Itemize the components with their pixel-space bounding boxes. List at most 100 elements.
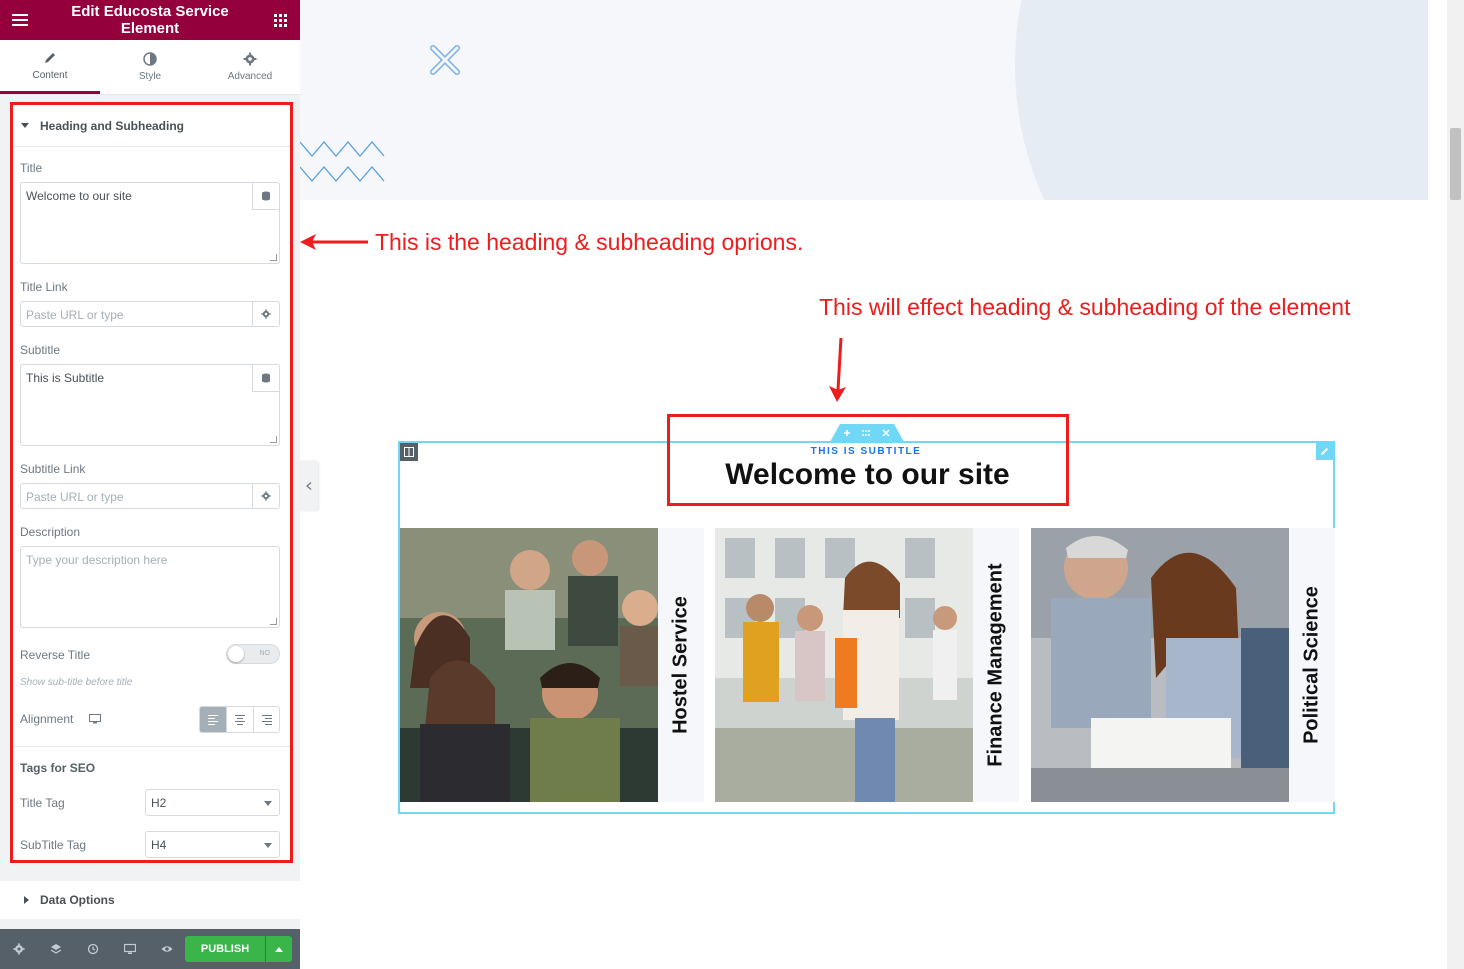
history-button[interactable] bbox=[74, 929, 111, 969]
contrast-icon bbox=[143, 52, 157, 66]
alignment-label: Alignment bbox=[20, 712, 74, 726]
toggle-knob bbox=[228, 646, 244, 662]
reverse-title-toggle[interactable]: NO bbox=[226, 644, 280, 664]
section-divider bbox=[13, 746, 290, 747]
description-label: Description bbox=[20, 525, 81, 539]
reverse-title-hint: Show sub-title before title bbox=[20, 677, 133, 688]
subtitle-link-input[interactable]: Paste URL or type bbox=[20, 483, 280, 509]
hero-background bbox=[300, 0, 1428, 200]
align-center-button[interactable] bbox=[227, 707, 254, 732]
service-card-hostel[interactable]: Hostel Service bbox=[400, 528, 704, 802]
cross-decoration-icon bbox=[430, 45, 460, 75]
students-photo bbox=[400, 528, 658, 802]
chevron-down-icon bbox=[264, 843, 272, 848]
caret-right-icon bbox=[24, 896, 29, 904]
title-link-input[interactable]: Paste URL or type bbox=[20, 301, 280, 327]
link-options-gear-icon[interactable] bbox=[252, 484, 279, 508]
card-label: Political Science bbox=[1300, 586, 1323, 744]
publish-button[interactable]: PUBLISH bbox=[185, 936, 265, 962]
preview-button[interactable] bbox=[148, 929, 185, 969]
annotation-arrow-left bbox=[300, 234, 368, 250]
subtitle-textarea[interactable]: This is Subtitle bbox=[20, 364, 280, 446]
settings-button[interactable] bbox=[0, 929, 37, 969]
navigator-button[interactable] bbox=[37, 929, 74, 969]
panel-tabs: Content Style Advanced bbox=[0, 40, 300, 95]
subtitle-label: Subtitle bbox=[20, 343, 61, 357]
tab-content-label: Content bbox=[32, 69, 68, 81]
tab-advanced-label: Advanced bbox=[227, 71, 273, 82]
widgets-grid-icon[interactable] bbox=[260, 0, 300, 40]
link-options-gear-icon[interactable] bbox=[252, 302, 279, 326]
subtitle-value: This is Subtitle bbox=[26, 371, 105, 385]
scrollbar-thumb[interactable] bbox=[1450, 128, 1461, 200]
data-options-section[interactable]: Data Options bbox=[0, 881, 300, 919]
annotation-note-1: This is the heading & subheading oprions… bbox=[375, 229, 804, 255]
gear-icon bbox=[243, 52, 257, 66]
subtitle-link-placeholder: Paste URL or type bbox=[26, 490, 124, 504]
heading-subheading-section: Heading and Subheading Title Welcome to … bbox=[10, 102, 293, 863]
chevron-up-icon bbox=[275, 946, 283, 952]
subtitle-tag-label: SubTitle Tag bbox=[20, 838, 87, 852]
pencil-icon bbox=[45, 52, 55, 63]
widget-subtitle: THIS IS SUBTITLE bbox=[810, 446, 922, 457]
eye-icon bbox=[161, 946, 172, 952]
history-icon bbox=[87, 943, 98, 955]
align-right-button[interactable] bbox=[254, 707, 279, 732]
tab-style-label: Style bbox=[138, 71, 162, 82]
service-card-finance[interactable]: Finance Management bbox=[715, 528, 1019, 802]
description-textarea[interactable]: Type your description here bbox=[20, 546, 280, 628]
subtitle-link-label: Subtitle Link bbox=[20, 462, 86, 476]
align-left-button[interactable] bbox=[200, 707, 227, 732]
student-thumbs-up-photo bbox=[715, 528, 973, 802]
title-value: Welcome to our site bbox=[26, 189, 132, 203]
card-label: Hostel Service bbox=[669, 596, 692, 734]
caret-down-icon bbox=[21, 123, 29, 128]
desktop-icon bbox=[123, 943, 136, 954]
resize-grip[interactable] bbox=[270, 254, 277, 261]
annotation-note-2: This will effect heading & subheading of… bbox=[819, 294, 1351, 320]
title-textarea[interactable]: Welcome to our site bbox=[20, 182, 280, 264]
tab-style[interactable]: Style bbox=[100, 40, 200, 94]
dynamic-tags-icon[interactable] bbox=[252, 183, 279, 210]
editor-sidebar: Edit Educosta Service Element Content St… bbox=[0, 0, 300, 969]
tab-advanced[interactable]: Advanced bbox=[200, 40, 300, 94]
service-card-political[interactable]: Political Science bbox=[1031, 528, 1335, 802]
layers-icon bbox=[50, 944, 61, 954]
gear-icon bbox=[12, 943, 25, 955]
subtitle-tag-value: H4 bbox=[151, 838, 167, 852]
widget-edit-pencil-icon[interactable] bbox=[1316, 443, 1333, 460]
chevron-down-icon bbox=[264, 801, 272, 806]
tab-content[interactable]: Content bbox=[0, 40, 100, 94]
resize-grip[interactable] bbox=[270, 436, 277, 443]
title-link-placeholder: Paste URL or type bbox=[26, 308, 124, 322]
responsive-mode-button[interactable] bbox=[111, 929, 148, 969]
publish-options-button[interactable] bbox=[266, 936, 292, 962]
sidebar-footer: PUBLISH bbox=[0, 929, 300, 969]
hamburger-menu-icon[interactable] bbox=[0, 0, 40, 40]
dynamic-tags-icon[interactable] bbox=[252, 365, 279, 392]
title-label: Title bbox=[20, 161, 43, 175]
card-label: Finance Management bbox=[984, 563, 1007, 767]
subtitle-tag-select[interactable]: H4 bbox=[145, 831, 280, 858]
toggle-state: NO bbox=[259, 650, 271, 657]
teacher-student-photo bbox=[1031, 528, 1289, 802]
section-toggle[interactable]: Heading and Subheading bbox=[13, 105, 290, 147]
collapse-panel-button[interactable] bbox=[300, 461, 318, 511]
section-title: Heading and Subheading bbox=[40, 118, 185, 133]
title-tag-value: H2 bbox=[151, 796, 167, 810]
zigzag-decoration-icon bbox=[300, 141, 385, 182]
title-tag-label: Title Tag bbox=[20, 796, 65, 810]
resize-grip[interactable] bbox=[270, 618, 277, 625]
description-placeholder: Type your description here bbox=[26, 553, 168, 567]
hero-circle-shape bbox=[1015, 0, 1428, 200]
column-edit-icon[interactable] bbox=[400, 443, 418, 461]
seo-heading: Tags for SEO bbox=[20, 761, 96, 775]
panel-title: Edit Educosta Service Element bbox=[71, 3, 229, 37]
title-link-label: Title Link bbox=[20, 280, 68, 294]
page-scrollbar[interactable] bbox=[1447, 0, 1464, 969]
sidebar-header: Edit Educosta Service Element bbox=[0, 0, 300, 40]
annotation-arrow-down bbox=[829, 337, 846, 402]
desktop-icon[interactable] bbox=[89, 714, 101, 724]
chevron-left-icon bbox=[306, 482, 312, 490]
title-tag-select[interactable]: H2 bbox=[145, 789, 280, 816]
